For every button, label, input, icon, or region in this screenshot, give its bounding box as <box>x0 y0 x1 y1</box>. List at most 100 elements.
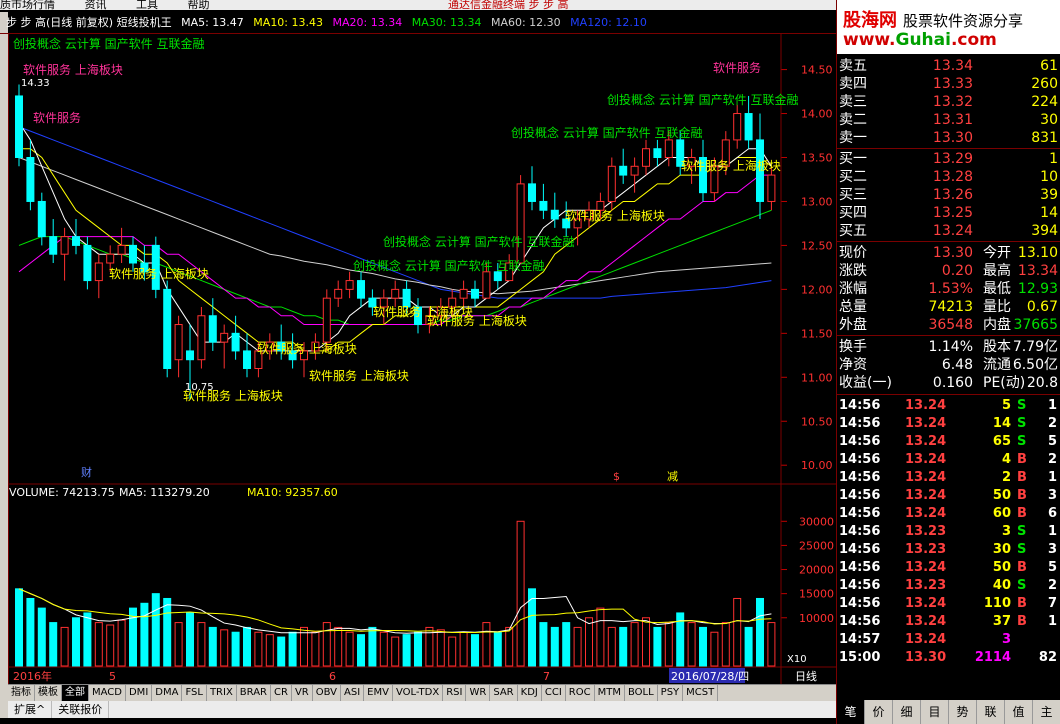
right-tab[interactable]: 细 <box>893 700 921 724</box>
volume-bar[interactable] <box>710 631 719 667</box>
candle-body[interactable] <box>516 183 525 264</box>
tab-expand[interactable]: 扩展^ <box>8 701 53 718</box>
volume-bar[interactable] <box>60 626 69 667</box>
right-tab[interactable]: 笔 <box>837 700 865 724</box>
volume-bar[interactable] <box>197 622 206 667</box>
kline-chart[interactable]: 14.50 14.00 13.50 13.00 12.50 12.00 11.50 11.00… <box>9 34 837 684</box>
volume-bar[interactable] <box>379 631 388 667</box>
indicator-tab[interactable]: DMA <box>152 685 183 701</box>
candle-body[interactable] <box>231 332 240 352</box>
kline-chart-area[interactable]: 14.50 14.00 13.50 13.00 12.50 12.00 11.50 11.00… <box>8 34 837 684</box>
menu-item[interactable]: 资讯 <box>85 0 107 10</box>
candle-body[interactable] <box>37 200 46 238</box>
volume-bar[interactable] <box>402 634 411 667</box>
menu-item[interactable]: 质市场行情 <box>0 0 55 10</box>
tick-row[interactable]: 14:56 13.24 2 B 1 <box>837 469 1060 487</box>
right-tab[interactable]: 势 <box>949 700 977 724</box>
candle-body[interactable] <box>174 324 183 361</box>
indicator-tab[interactable]: MACD <box>89 685 126 701</box>
volume-bar[interactable] <box>596 607 605 667</box>
candle-body[interactable] <box>197 315 206 361</box>
candle-body[interactable] <box>334 288 343 299</box>
volume-bar[interactable] <box>562 622 571 667</box>
candle-body[interactable] <box>482 271 491 299</box>
volume-bar[interactable] <box>26 597 35 667</box>
candle-body[interactable] <box>653 148 662 159</box>
indicator-tab[interactable]: RSI <box>443 685 467 701</box>
candle-body[interactable] <box>664 139 673 158</box>
tick-row[interactable]: 14:56 13.24 4 B 2 <box>837 451 1060 469</box>
candle-body[interactable] <box>619 165 628 176</box>
volume-bar[interactable] <box>277 636 286 667</box>
candle-body[interactable] <box>459 288 468 299</box>
period-label[interactable]: 日线 <box>795 669 817 683</box>
indicator-tab[interactable]: VOL-TDX <box>393 685 444 701</box>
volume-bar[interactable] <box>664 622 673 667</box>
volume-bar[interactable] <box>163 597 172 667</box>
volume-bar[interactable] <box>448 636 457 667</box>
volume-bar[interactable] <box>550 626 559 667</box>
candle-body[interactable] <box>391 288 400 299</box>
indicator-tab[interactable]: PSY <box>658 685 684 701</box>
indicator-tab[interactable]: 全部 <box>62 685 89 701</box>
volume-bar[interactable] <box>653 626 662 667</box>
indicator-tab[interactable]: OBV <box>313 685 341 701</box>
tick-row[interactable]: 14:56 13.24 60 B 6 <box>837 505 1060 523</box>
volume-bar[interactable] <box>288 631 297 667</box>
volume-bar[interactable] <box>140 602 149 667</box>
volume-bar[interactable] <box>721 622 730 667</box>
tick-row[interactable]: 14:56 13.24 37 B 1 <box>837 613 1060 631</box>
candle-body[interactable] <box>163 288 172 369</box>
volume-bar[interactable] <box>744 626 753 667</box>
indicator-tab[interactable]: BRAR <box>237 685 271 701</box>
tick-row[interactable]: 14:56 13.24 110 B 7 <box>837 595 1060 613</box>
right-tab[interactable]: 主 <box>1033 700 1060 724</box>
volume-bar[interactable] <box>391 636 400 667</box>
tick-row[interactable]: 14:56 13.23 3 S 1 <box>837 523 1060 541</box>
finance-marker[interactable]: 财 <box>81 465 92 479</box>
indicator-tab[interactable]: CR <box>271 685 292 701</box>
right-tab[interactable]: 值 <box>1005 700 1033 724</box>
candle-body[interactable] <box>83 244 92 282</box>
volume-bar[interactable] <box>243 626 251 667</box>
volume-bar[interactable] <box>174 622 183 667</box>
volume-bar[interactable] <box>94 622 103 667</box>
candle-body[interactable] <box>733 113 742 141</box>
volume-bar[interactable] <box>699 626 707 667</box>
candle-body[interactable] <box>744 113 753 141</box>
tick-row[interactable]: 14:56 13.24 5 S 1 <box>837 397 1060 415</box>
candle-body[interactable] <box>539 200 548 211</box>
tick-row[interactable]: 15:00 13.30 2114 82 <box>837 649 1060 667</box>
indicator-tab[interactable]: EMV <box>364 685 393 701</box>
candle-body[interactable] <box>630 165 639 176</box>
volume-bar[interactable] <box>482 622 491 667</box>
volume-bar[interactable] <box>459 631 468 667</box>
indicator-tab[interactable]: ROC <box>566 685 595 701</box>
candle-body[interactable] <box>767 174 776 202</box>
volume-bar[interactable] <box>505 626 514 667</box>
indicator-tab[interactable]: ASI <box>341 685 365 701</box>
volume-bar[interactable] <box>539 622 548 667</box>
volume-bar[interactable] <box>322 622 331 667</box>
volume-bar[interactable] <box>733 597 742 667</box>
candle-body[interactable] <box>49 236 58 255</box>
tick-row[interactable]: 14:57 13.24 3 <box>837 631 1060 649</box>
tick-row[interactable]: 14:56 13.23 40 S 2 <box>837 577 1060 595</box>
volume-bar[interactable] <box>37 607 46 667</box>
volume-bar[interactable] <box>265 634 274 667</box>
reduce-marker[interactable]: 减 <box>667 470 678 483</box>
indicator-tab[interactable]: FSL <box>182 685 207 701</box>
volume-bar[interactable] <box>687 622 696 667</box>
tab-related-quotes[interactable]: 关联报价 <box>52 701 110 718</box>
candle-body[interactable] <box>117 244 126 255</box>
volume-bar[interactable] <box>49 622 58 667</box>
right-tab[interactable]: 目 <box>921 700 949 724</box>
indicator-tab[interactable]: 指标 <box>8 685 35 701</box>
volume-bar[interactable] <box>619 626 628 667</box>
candle-body[interactable] <box>357 280 365 299</box>
menu-item[interactable]: 帮助 <box>188 0 210 10</box>
candle-body[interactable] <box>528 183 536 202</box>
candle-body[interactable] <box>550 209 559 220</box>
indicator-tab[interactable]: CCI <box>542 685 566 701</box>
candle-body[interactable] <box>129 244 137 264</box>
